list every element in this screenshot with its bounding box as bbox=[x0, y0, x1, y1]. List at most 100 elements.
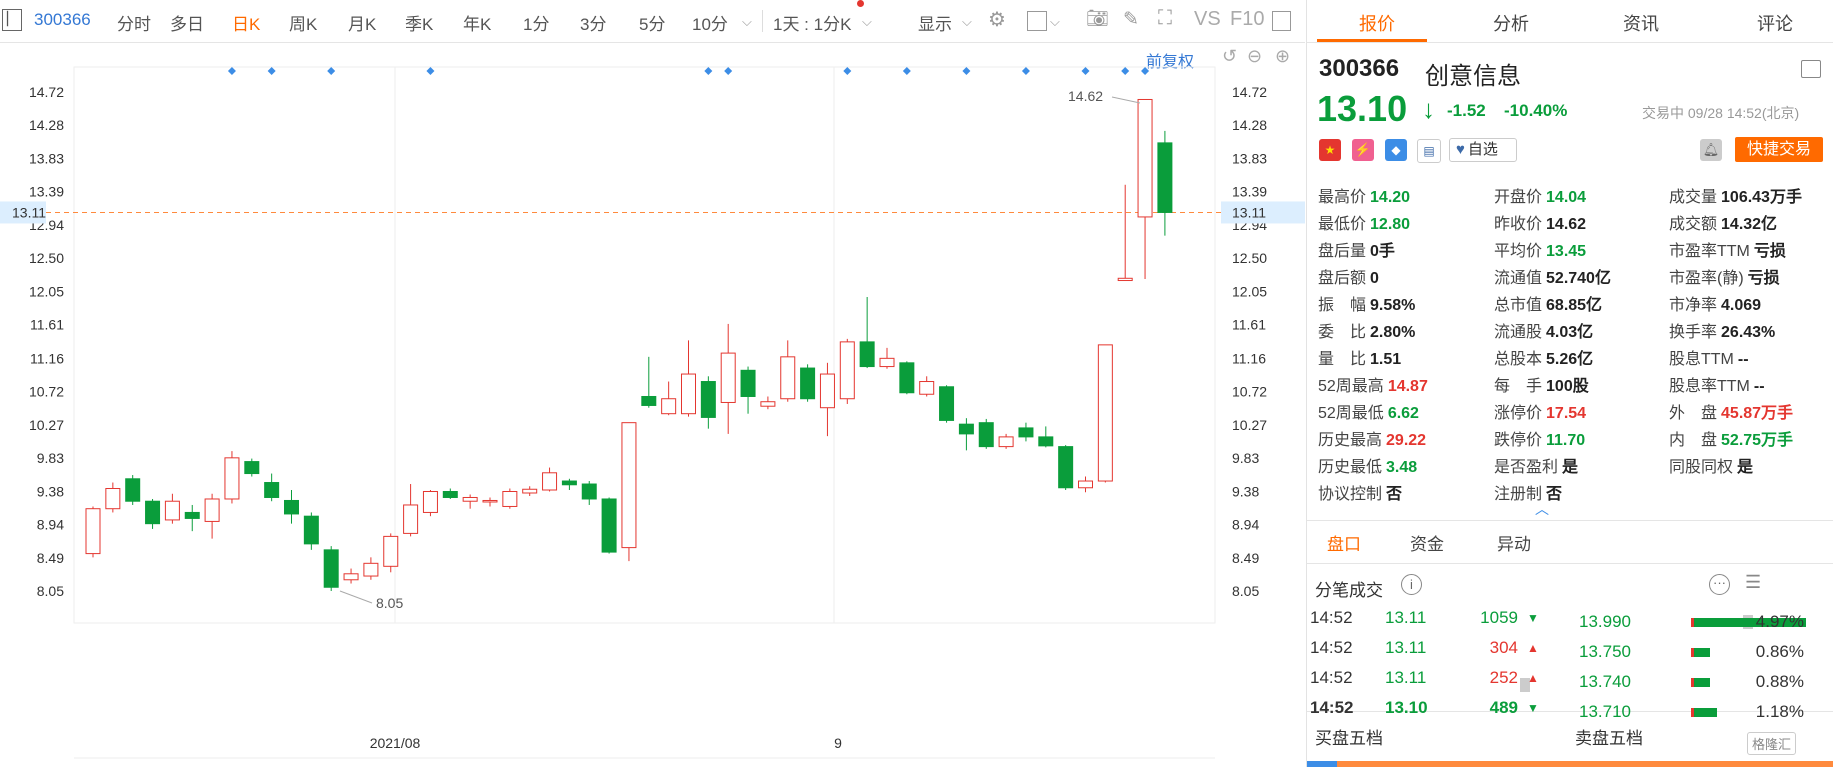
stat-label: 每 手 bbox=[1494, 378, 1543, 395]
stat-value: 4.03亿 bbox=[1546, 324, 1594, 341]
stat-value: 106.43万手 bbox=[1721, 189, 1802, 206]
candle-body bbox=[1058, 446, 1074, 489]
y-tick-label-left: 10.27 bbox=[29, 417, 64, 433]
period-tab-3min[interactable]: 3分 bbox=[580, 10, 606, 35]
period-tab-jik[interactable]: 季K bbox=[405, 10, 433, 35]
period-tab-1min[interactable]: 1分 bbox=[523, 10, 549, 35]
chevron-down-icon[interactable]: ⌵ bbox=[962, 14, 972, 30]
y-tick-label-left: 11.61 bbox=[30, 317, 64, 333]
period-tab-5min[interactable]: 5分 bbox=[639, 10, 665, 35]
x-date-label: 9 bbox=[834, 735, 842, 751]
panel-toggle-icon[interactable] bbox=[1272, 11, 1291, 31]
camera-icon[interactable]: 📷︎ bbox=[1086, 8, 1109, 29]
event-marker-icon bbox=[1141, 67, 1150, 75]
stat-item: 流通值 52.740亿 bbox=[1494, 264, 1611, 288]
depth-pct: 1.18% bbox=[1755, 702, 1804, 721]
tab-analysis[interactable]: 分析 bbox=[1493, 10, 1529, 36]
note-icon[interactable]: ▤ bbox=[1417, 139, 1441, 163]
trading-status-time: 交易中 09/28 14:52(北京) bbox=[1642, 105, 1800, 121]
y-tick-label-right: 10.27 bbox=[1232, 417, 1267, 433]
period-tab-duori[interactable]: 多日 bbox=[170, 10, 204, 35]
candle-body bbox=[264, 482, 280, 498]
stat-value: 2.80% bbox=[1370, 324, 1416, 341]
stat-value: 否 bbox=[1546, 486, 1563, 503]
current-price-tag-left: 13.11 bbox=[12, 204, 46, 220]
plot-frame bbox=[73, 66, 1216, 624]
tab-quote[interactable]: 报价 bbox=[1359, 10, 1395, 36]
candle-body bbox=[958, 423, 974, 435]
stat-label: 历史最高 bbox=[1318, 432, 1383, 449]
quick-trade-button[interactable]: 快捷交易 bbox=[1735, 137, 1823, 162]
info-icon[interactable]: i bbox=[1401, 574, 1422, 595]
divider bbox=[1307, 520, 1833, 521]
depth-pct: 0.88% bbox=[1755, 672, 1804, 691]
stat-value: 6.62 bbox=[1387, 405, 1419, 422]
chevron-down-icon[interactable]: ⌵ bbox=[742, 14, 752, 30]
buy-five-label[interactable]: 买盘五档 bbox=[1315, 724, 1383, 749]
stat-value: 68.85亿 bbox=[1546, 297, 1603, 314]
chevron-down-icon[interactable]: ⌵ bbox=[862, 14, 872, 30]
stock-code-label[interactable]: 300366 bbox=[34, 10, 91, 30]
y-tick-label-left: 13.83 bbox=[29, 151, 64, 167]
tab-news[interactable]: 资讯 bbox=[1623, 10, 1659, 36]
candle-body bbox=[661, 398, 677, 415]
up-triangle-icon: ▲ bbox=[1527, 641, 1539, 655]
period-tab-rik[interactable]: 日K bbox=[232, 10, 260, 35]
stat-label: 市盈率(静) bbox=[1669, 270, 1744, 287]
stat-value: 29.22 bbox=[1386, 432, 1427, 449]
y-tick-label-left: 14.72 bbox=[29, 84, 64, 100]
subtab-fund[interactable]: 资金 bbox=[1410, 530, 1444, 555]
y-tick-label-left: 9.38 bbox=[37, 483, 64, 499]
list-icon[interactable] bbox=[1801, 60, 1821, 78]
bell-icon[interactable]: 🔔︎ bbox=[1700, 139, 1722, 161]
candle-body bbox=[1078, 480, 1093, 489]
candle-body bbox=[323, 549, 339, 588]
draw-box-icon[interactable] bbox=[1027, 11, 1047, 31]
y-tick-label-left: 14.28 bbox=[29, 117, 64, 133]
period-tab-niank[interactable]: 年K bbox=[463, 10, 491, 35]
sidebar-toggle-icon[interactable]: ▏ bbox=[2, 9, 22, 31]
candle-body bbox=[1157, 142, 1173, 213]
subtab-order-book[interactable]: 盘口 bbox=[1327, 530, 1361, 555]
stat-label: 成交量 bbox=[1669, 189, 1718, 206]
f10-button[interactable]: F10 bbox=[1230, 8, 1264, 31]
add-watchlist-button[interactable]: ♥ 自选 bbox=[1449, 138, 1517, 162]
pencil-icon[interactable]: ✎ bbox=[1123, 8, 1139, 31]
stat-label: 历史最低 bbox=[1318, 459, 1383, 476]
stat-item: 最低价 12.80 bbox=[1318, 210, 1410, 234]
period-tab-10min[interactable]: 10分 bbox=[692, 10, 728, 35]
tab-comments[interactable]: 评论 bbox=[1757, 10, 1793, 36]
tick-volume: 252 bbox=[1489, 668, 1518, 687]
china-flag-icon: ★ bbox=[1319, 139, 1341, 161]
chevron-down-icon[interactable]: ⌵ bbox=[1050, 14, 1060, 30]
stat-label: 最高价 bbox=[1318, 189, 1367, 206]
y-tick-label-left: 8.49 bbox=[37, 550, 64, 566]
stat-item: 总股本 5.26亿 bbox=[1494, 345, 1593, 369]
vs-compare-button[interactable]: VS bbox=[1194, 8, 1221, 31]
gear-icon[interactable]: ⚙ bbox=[988, 7, 1006, 32]
period-tab-fenshi[interactable]: 分时 bbox=[117, 10, 151, 35]
running-icon[interactable]: ⚡ bbox=[1352, 139, 1374, 161]
stat-item: 内 盘 52.75万手 bbox=[1669, 426, 1793, 450]
y-tick-label-right: 12.05 bbox=[1232, 284, 1267, 300]
fullscreen-icon[interactable]: ⛶ bbox=[1158, 7, 1172, 30]
down-triangle-icon: ▼ bbox=[1527, 611, 1539, 625]
stat-label: 换手率 bbox=[1669, 324, 1718, 341]
event-marker-icon bbox=[426, 67, 435, 75]
tick-volume: 1059 bbox=[1480, 608, 1518, 627]
more-icon[interactable]: ··· bbox=[1709, 574, 1730, 595]
subtab-movement[interactable]: 异动 bbox=[1497, 530, 1531, 555]
kline-chart-area[interactable]: 前复权 ↺ ⊖ ⊕ 14.72 14.72 14.28 14.28 13.83 13.83… bbox=[0, 43, 1305, 767]
stat-item: 成交量 106.43万手 bbox=[1669, 183, 1802, 207]
period-tab-zhouk[interactable]: 周K bbox=[289, 10, 317, 35]
interval-select[interactable]: 1天 : 1分K bbox=[773, 10, 851, 35]
tag-icon[interactable]: ◆ bbox=[1385, 139, 1407, 161]
candle-body bbox=[145, 500, 161, 525]
depth-pct: 4.97% bbox=[1755, 612, 1804, 631]
period-tab-yuek[interactable]: 月K bbox=[348, 10, 376, 35]
list-view-icon[interactable]: ☰ bbox=[1745, 572, 1761, 593]
y-tick-label-right: 12.50 bbox=[1232, 250, 1267, 266]
display-menu[interactable]: 显示 bbox=[918, 10, 952, 35]
sell-five-label[interactable]: 卖盘五档 bbox=[1575, 724, 1643, 749]
stat-label: 同股同权 bbox=[1669, 459, 1734, 476]
